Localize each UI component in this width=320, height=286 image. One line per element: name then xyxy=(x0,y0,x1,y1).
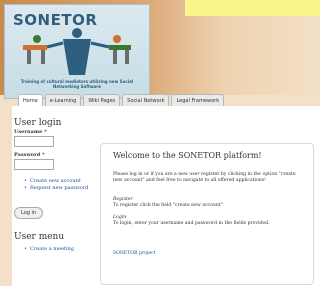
create-account-link[interactable]: Create new account xyxy=(24,178,94,185)
create-meeting-link[interactable]: Create a meeting xyxy=(24,246,94,253)
login-text: To login, enter your username and passwo… xyxy=(113,221,270,226)
login-button[interactable]: Log in xyxy=(14,207,44,219)
user-login-heading: User login xyxy=(14,118,62,128)
project-link[interactable]: SONETOR project xyxy=(113,251,301,256)
welcome-panel: Welcome to the SONETOR platform! Please … xyxy=(100,143,314,285)
site-logo[interactable]: SONETOR Training of cultural mediators u… xyxy=(4,4,150,99)
account-links: Create new account Request new password xyxy=(24,178,94,192)
register-text: To register click the field "create new … xyxy=(113,203,223,208)
request-password-link[interactable]: Request new password xyxy=(24,185,94,192)
sidebar: User login Username * Password * Create … xyxy=(14,118,94,253)
tab-wiki-pages[interactable]: Wiki Pages xyxy=(83,94,121,106)
logo-tagline: Training of cultural mediators utilizing… xyxy=(20,79,134,89)
username-label: Username * xyxy=(14,129,47,135)
tab-legal-framework[interactable]: Legal Framework xyxy=(171,94,225,106)
intro-text: Please log in or if you are a new user r… xyxy=(113,172,296,183)
password-field[interactable] xyxy=(14,159,54,170)
tab-social-network[interactable]: Social Network xyxy=(122,94,170,106)
user-menu-heading: User menu xyxy=(14,232,65,242)
tab-home[interactable]: Home xyxy=(18,94,43,106)
logo-figures-icon xyxy=(23,28,131,75)
password-label: Password * xyxy=(14,152,45,158)
tab-e-learning[interactable]: e-Learning xyxy=(44,94,82,106)
username-field[interactable] xyxy=(14,136,54,147)
page-title: Welcome to the SONETOR platform! xyxy=(113,151,262,160)
main-tabs: Home e-Learning Wiki Pages Social Networ… xyxy=(18,94,225,106)
user-menu-list: Create a meeting xyxy=(24,246,94,253)
header-accent-bar xyxy=(185,0,320,16)
